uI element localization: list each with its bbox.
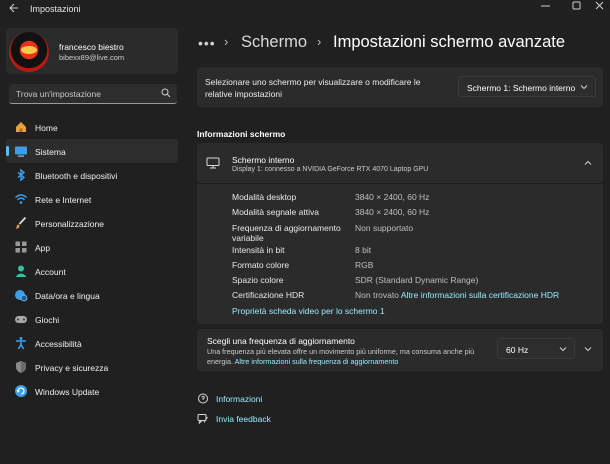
sidebar-item-label: App — [35, 243, 51, 253]
chevron-right-icon: › — [317, 34, 322, 49]
feedback-icon — [197, 414, 208, 424]
info-row-value: SDR (Standard Dynamic Range) — [355, 275, 479, 285]
refresh-rate-dropdown[interactable]: 60 Hz — [497, 338, 575, 359]
help-chat-icon — [198, 393, 208, 404]
bluetooth-icon — [17, 168, 26, 182]
sidebar-item-label: Privacy e sicurezza — [35, 363, 109, 373]
sidebar-item-apps[interactable]: App — [6, 235, 178, 259]
refresh-rate-card[interactable]: Scegli una frequenza di aggiornamento Un… — [197, 329, 603, 371]
search-icon — [161, 88, 171, 98]
breadcrumb-parent-link[interactable]: Schermo — [241, 33, 307, 52]
sidebar-item-label: Sistema — [35, 147, 66, 157]
info-row-label: Spazio colore — [232, 275, 284, 285]
window-title: Impostazioni — [30, 4, 81, 14]
chevron-down-icon[interactable] — [584, 345, 592, 353]
sidebar-item-time-language[interactable]: Data/ora e lingua — [6, 283, 178, 307]
avatar — [9, 32, 49, 72]
help-link-text: Informazioni — [216, 394, 263, 404]
home-icon — [16, 122, 26, 132]
chevron-down-icon — [580, 85, 588, 90]
person-icon — [15, 265, 27, 277]
info-row-label: Certificazione HDR — [232, 290, 305, 300]
info-row-value: 3840 × 2400, 60 Hz — [355, 207, 430, 217]
display-selector-card: Selezionare uno schermo per visualizzare… — [197, 67, 603, 107]
refresh-rate-title: Scegli una frequenza di aggiornamento — [207, 336, 355, 346]
sidebar-item-label: Home — [35, 123, 58, 133]
search-input[interactable]: Trova un'impostazione — [9, 84, 177, 104]
sidebar-item-label: Data/ora e lingua — [35, 291, 100, 301]
page-title: Impostazioni schermo avanzate — [333, 33, 566, 51]
sidebar-item-sistema[interactable]: Sistema — [6, 139, 178, 163]
wifi-icon — [15, 194, 27, 204]
sidebar-item-account[interactable]: Account — [6, 259, 178, 283]
gamepad-icon — [15, 316, 27, 323]
sidebar-item-personalization[interactable]: Personalizzazione — [6, 211, 178, 235]
search-placeholder: Trova un'impostazione — [16, 89, 101, 99]
display-info-header[interactable]: Schermo interno Display 1: connesso a NV… — [197, 143, 603, 183]
display-icon — [15, 146, 27, 157]
info-row-label: Frequenza di aggiornamento variabile — [232, 223, 341, 243]
sidebar-item-gaming[interactable]: Giochi — [6, 307, 178, 331]
chevron-up-icon[interactable] — [584, 159, 592, 167]
hdr-info-link[interactable]: Altre informazioni sulla certificazione … — [401, 290, 559, 300]
info-row-value: Non trovato Altre informazioni sulla cer… — [355, 290, 559, 300]
sidebar-item-label: Accessibilità — [35, 339, 82, 349]
update-icon — [15, 385, 27, 397]
adapter-properties-link[interactable]: Proprietà scheda video per lo schermo 1 — [232, 306, 385, 316]
sidebar-item-label: Windows Update — [35, 387, 100, 397]
hdr-status: Non trovato — [355, 290, 399, 300]
info-row-value: RGB — [355, 260, 374, 270]
info-row-value: 3840 × 2400, 60 Hz — [355, 192, 430, 202]
dropdown-selected-value: Schermo 1: Schermo interno — [467, 83, 576, 93]
chevron-right-icon: › — [224, 34, 229, 49]
sidebar-item-label: Account — [35, 267, 66, 277]
monitor-icon — [206, 157, 220, 169]
apps-icon — [15, 241, 27, 253]
section-title: Informazioni schermo — [197, 129, 286, 139]
dropdown-selected-value: 60 Hz — [506, 345, 529, 355]
info-row-label: Modalità segnale attiva — [232, 207, 319, 217]
title-bar: Impostazioni — [0, 0, 610, 18]
sidebar-item-privacy[interactable]: Privacy e sicurezza — [6, 355, 178, 379]
back-arrow-icon[interactable] — [6, 3, 22, 15]
refresh-rate-description: Una frequenza più elevata offre un movim… — [207, 347, 497, 366]
user-profile-card[interactable]: francesco biestro bibexx89@live.com — [6, 28, 178, 74]
display-selector-label: Selezionare uno schermo per visualizzare… — [205, 77, 421, 99]
info-row-label: Formato colore — [232, 260, 290, 270]
close-button[interactable] — [584, 0, 610, 16]
sidebar-item-label: Giochi — [35, 315, 60, 325]
globe-clock-icon — [15, 290, 28, 302]
sidebar-item-home[interactable]: Home — [6, 115, 178, 139]
sidebar-item-label: Bluetooth e dispositivi — [35, 171, 118, 181]
refresh-rate-info-link[interactable]: Altre informazioni sulla frequenza di ag… — [235, 357, 399, 366]
minimize-button[interactable] — [530, 0, 560, 16]
display-name: Schermo interno — [232, 155, 295, 165]
shield-icon — [16, 361, 26, 373]
feedback-link-text: Invia feedback — [216, 414, 271, 424]
info-row-label: Intensità in bit — [232, 245, 285, 255]
info-row-value: Non supportato — [355, 223, 414, 233]
sidebar-nav: Home Sistema Bluetooth e dispositivi Ret… — [6, 115, 178, 403]
sidebar-item-network[interactable]: Rete e Internet — [6, 187, 178, 211]
display-select-dropdown[interactable]: Schermo 1: Schermo interno — [458, 76, 596, 97]
brush-icon — [15, 216, 27, 229]
user-email: bibexx89@live.com — [59, 53, 125, 62]
sidebar-item-accessibility[interactable]: Accessibilità — [6, 331, 178, 355]
sidebar-item-label: Personalizzazione — [35, 219, 104, 229]
display-connection: Display 1: connesso a NVIDIA GeForce RTX… — [232, 166, 429, 173]
info-row-value: 8 bit — [355, 245, 372, 255]
sidebar-item-bluetooth[interactable]: Bluetooth e dispositivi — [6, 163, 178, 187]
chevron-down-icon — [559, 347, 567, 352]
sidebar-item-label: Rete e Internet — [35, 195, 92, 205]
user-name: francesco biestro — [59, 42, 124, 52]
sidebar-item-windows-update[interactable]: Windows Update — [6, 379, 178, 403]
breadcrumb-overflow-button[interactable]: ••• — [198, 35, 216, 51]
info-row-label: Modalità desktop — [232, 192, 297, 202]
accessibility-icon — [16, 337, 26, 350]
